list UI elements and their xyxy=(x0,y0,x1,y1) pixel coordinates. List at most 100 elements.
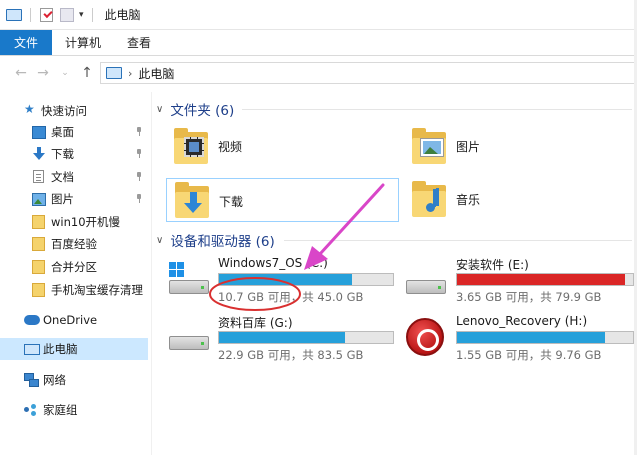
sidebar-item-label: win10开机慢 xyxy=(51,215,121,229)
computer-icon xyxy=(106,65,122,81)
drive-usage-fill xyxy=(219,332,346,343)
folder-icon xyxy=(32,215,45,229)
sidebar-item-label: 百度经验 xyxy=(51,237,97,251)
drive-tile-g[interactable]: 资料百库 (G:) 22.9 GB 可用，共 83.5 GB xyxy=(166,314,406,364)
sidebar-item-downloads[interactable]: 下载 xyxy=(0,143,148,165)
drive-tile-e[interactable]: 安装软件 (E:) 3.65 GB 可用，共 79.9 GB xyxy=(404,256,634,306)
sidebar-item-desktop[interactable]: 桌面 xyxy=(0,121,148,143)
tab-file[interactable]: 文件 xyxy=(0,30,53,55)
sidebar-item-win10[interactable]: win10开机慢 xyxy=(0,211,148,233)
toolbar-divider xyxy=(30,7,31,22)
sidebar-item-label: 手机淘宝缓存清理 xyxy=(51,283,143,297)
pin-icon[interactable] xyxy=(136,149,142,158)
recent-locations-chevron-icon[interactable]: ⌄ xyxy=(54,68,76,78)
sidebar-item-taobao-cache[interactable]: 手机淘宝缓存清理 xyxy=(0,279,148,301)
address-bar[interactable]: › 此电脑 xyxy=(100,62,637,84)
sidebar-item-label: 网络 xyxy=(43,373,66,387)
pictures-icon xyxy=(32,193,46,206)
document-icon xyxy=(33,170,44,183)
sidebar-item-label: 桌面 xyxy=(51,125,74,139)
sidebar-item-network[interactable]: 网络 xyxy=(0,369,148,391)
folders-section-header[interactable]: ∨ 文件夹 (6) xyxy=(156,99,234,119)
toolbar-divider xyxy=(91,7,93,22)
breadcrumb-chevron-icon[interactable]: › xyxy=(128,67,132,80)
windows-drive-icon xyxy=(169,262,209,302)
section-divider xyxy=(284,240,632,241)
title-bar: ▾ 此电脑 xyxy=(0,0,637,30)
drive-name: 资料百库 (G:) xyxy=(218,316,293,330)
sidebar-item-onedrive[interactable]: OneDrive xyxy=(0,309,148,331)
pin-icon[interactable] xyxy=(136,127,142,136)
collapse-chevron-icon[interactable]: ∨ xyxy=(156,235,163,246)
drive-usage-fill xyxy=(457,274,625,285)
section-divider xyxy=(242,109,632,110)
collapse-chevron-icon[interactable]: ∨ xyxy=(156,104,163,115)
folder-tile-pictures[interactable]: 图片 xyxy=(404,126,604,166)
desktop-icon xyxy=(32,126,46,139)
folder-label: 下载 xyxy=(219,195,244,209)
folder-tile-videos[interactable]: 视频 xyxy=(166,126,366,166)
drive-usage-fill xyxy=(457,332,606,343)
properties-check-icon[interactable] xyxy=(39,7,55,23)
hard-drive-icon xyxy=(406,262,446,302)
drive-name: Windows7_OS (C:) xyxy=(218,256,328,270)
folder-label: 图片 xyxy=(456,140,481,154)
sidebar-item-merge-partition[interactable]: 合并分区 xyxy=(0,256,148,278)
drive-usage-bar xyxy=(456,273,634,286)
homegroup-icon xyxy=(24,404,38,417)
sidebar-item-label: 家庭组 xyxy=(43,403,78,417)
sidebar-item-label: 图片 xyxy=(51,192,74,206)
drive-tile-c[interactable]: Windows7_OS (C:) 10.7 GB 可用，共 45.0 GB xyxy=(166,256,406,306)
sidebar-item-documents[interactable]: 文档 xyxy=(0,166,148,188)
drive-free-space: 1.55 GB 可用，共 9.76 GB xyxy=(456,348,602,362)
network-icon xyxy=(24,373,39,387)
music-folder-icon xyxy=(412,181,446,217)
drive-usage-fill xyxy=(219,274,352,285)
computer-icon xyxy=(24,344,40,355)
ribbon-tabs: 文件 计算机 查看 xyxy=(0,30,637,56)
back-arrow-icon[interactable]: ← xyxy=(10,65,32,81)
sidebar-item-pictures[interactable]: 图片 xyxy=(0,188,148,210)
new-folder-icon[interactable] xyxy=(59,7,75,23)
sidebar-item-label: 此电脑 xyxy=(43,342,78,356)
content-pane: ∨ 文件夹 (6) 视频 图片 下载 音乐 ∨ 设备和驱动器 (6) Windo… xyxy=(152,92,637,455)
window-title: 此电脑 xyxy=(104,8,141,22)
sidebar-item-baidu[interactable]: 百度经验 xyxy=(0,233,148,255)
sidebar-item-label: 合并分区 xyxy=(51,260,97,274)
drive-tile-h[interactable]: Lenovo_Recovery (H:) 1.55 GB 可用，共 9.76 G… xyxy=(404,314,634,364)
sidebar-item-label: 快速访问 xyxy=(41,104,87,118)
computer-icon xyxy=(6,7,22,23)
drive-usage-bar xyxy=(456,331,634,344)
hard-drive-icon xyxy=(169,318,209,358)
folder-label: 视频 xyxy=(218,140,243,154)
drives-section-header[interactable]: ∨ 设备和驱动器 (6) xyxy=(156,230,275,250)
pin-icon[interactable] xyxy=(136,194,142,203)
download-icon xyxy=(32,147,46,160)
sidebar-item-label: OneDrive xyxy=(43,313,98,327)
tab-computer[interactable]: 计算机 xyxy=(52,30,114,55)
drive-free-space: 3.65 GB 可用，共 79.9 GB xyxy=(456,290,602,304)
sidebar-item-label: 下载 xyxy=(51,147,74,161)
forward-arrow-icon[interactable]: → xyxy=(32,65,54,81)
navigation-pane: ★ 快速访问 桌面 下载 文档 图片 win10开机慢 百度经验 合并分区 手机… xyxy=(0,92,152,455)
drive-name: Lenovo_Recovery (H:) xyxy=(456,314,588,328)
sidebar-item-this-pc[interactable]: 此电脑 xyxy=(0,338,148,360)
pin-icon[interactable] xyxy=(136,172,142,181)
customize-toolbar-dropdown-icon[interactable]: ▾ xyxy=(79,10,84,20)
section-title: 文件夹 (6) xyxy=(170,103,235,119)
sidebar-item-homegroup[interactable]: 家庭组 xyxy=(0,399,148,421)
sidebar-item-quick-access[interactable]: ★ 快速访问 xyxy=(0,100,148,122)
quick-access-toolbar: ▾ xyxy=(6,7,97,23)
up-arrow-icon[interactable]: ↑ xyxy=(76,65,98,81)
tab-view[interactable]: 查看 xyxy=(114,30,164,55)
section-title: 设备和驱动器 (6) xyxy=(170,234,275,250)
folder-icon xyxy=(32,260,45,274)
folder-tile-downloads[interactable]: 下载 xyxy=(166,178,399,222)
folder-icon xyxy=(32,237,45,251)
drive-usage-bar xyxy=(218,273,394,286)
drive-free-space: 22.9 GB 可用，共 83.5 GB xyxy=(218,348,364,362)
folder-label: 音乐 xyxy=(456,193,481,207)
breadcrumb-this-pc[interactable]: 此电脑 xyxy=(138,65,174,82)
sidebar-item-label: 文档 xyxy=(51,170,74,184)
folder-tile-music[interactable]: 音乐 xyxy=(404,178,604,218)
